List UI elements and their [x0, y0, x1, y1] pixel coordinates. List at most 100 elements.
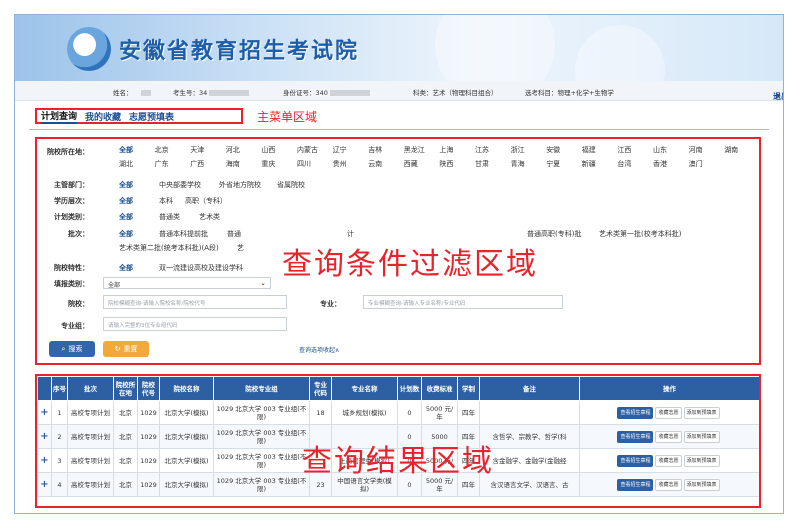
school-search-input[interactable]: 院校模糊查询-请输入院校名称/院校代号 [103, 295, 287, 309]
major-search-input[interactable]: 专业模糊查询-请输入专业名称/专业代码 [363, 295, 563, 309]
table-cell: 高校专项计划 [67, 400, 114, 425]
filter-option[interactable]: 普通 [227, 229, 241, 239]
column-header: 院校名称 [159, 376, 214, 401]
filter-option[interactable]: 重庆 [261, 159, 275, 169]
filter-option[interactable]: 青海 [511, 159, 525, 169]
favorite-button[interactable]: 收藏志愿 [655, 406, 682, 419]
table-cell: 含哲学、宗教学、哲学(科 [479, 424, 580, 449]
filter-label-major: 专业： [320, 300, 341, 308]
add-to-prefill-button[interactable]: 添加到预填表 [683, 454, 720, 467]
filter-area: 院校所在地： 全部 北京 天津 河北 山西 内蒙古 辽宁 吉林 黑龙江 上海 江苏 浙江 安徽 福建 江西 山… [35, 137, 761, 365]
add-to-prefill-button[interactable]: 添加到预填表 [683, 478, 720, 491]
filter-option[interactable]: 澳门 [689, 159, 703, 169]
filter-option[interactable]: 吉林 [368, 145, 382, 155]
filter-option[interactable]: 中央部委学校 [159, 180, 201, 190]
view-charter-button[interactable]: 查看招生章程 [617, 478, 654, 491]
filter-option[interactable]: 普通高职(专科)批 [527, 229, 581, 239]
filter-option[interactable]: 西藏 [404, 159, 418, 169]
collapse-options-link[interactable]: 查询选项收起∧ [299, 345, 339, 354]
filter-option[interactable]: 全部 [119, 212, 133, 222]
filter-option[interactable]: 全部 [119, 229, 133, 239]
filter-option[interactable]: 浙江 [511, 145, 525, 155]
filter-option[interactable]: 云南 [368, 159, 382, 169]
filter-option[interactable]: 全部 [119, 145, 133, 155]
table-cell: 1029 [137, 424, 160, 449]
row-actions: 查看招生章程 收藏志愿 添加到预填表 [579, 448, 759, 473]
filter-option[interactable]: 四川 [297, 159, 311, 169]
menu-item-plan-query[interactable]: 计划查询 [41, 109, 78, 124]
filter-option[interactable]: 高职（专科） [185, 196, 227, 206]
filter-option[interactable]: 海南 [226, 159, 240, 169]
filter-option[interactable]: 湖南 [724, 145, 738, 155]
filter-option[interactable]: 普通本科提前批 [159, 229, 208, 239]
filter-option[interactable]: 艺术类第二批(统考本科批)(A段) [119, 243, 219, 253]
filter-option[interactable]: 宁夏 [546, 159, 560, 169]
filter-option[interactable]: 上海 [439, 145, 453, 155]
filter-option[interactable]: 广西 [190, 159, 204, 169]
filter-option[interactable]: 全部 [119, 196, 133, 206]
filter-option[interactable]: 北京 [155, 145, 169, 155]
filter-option[interactable]: 双一流建设高校及建设学科 [159, 263, 243, 273]
filter-option[interactable]: 河南 [689, 145, 703, 155]
filter-option[interactable]: 黑龙江 [404, 145, 425, 155]
table-cell: 北京 [113, 472, 138, 497]
expand-row-icon[interactable]: + [37, 424, 52, 449]
filter-option[interactable]: 湖北 [119, 159, 133, 169]
add-to-prefill-button[interactable]: 添加到预填表 [683, 430, 720, 443]
results-area: 序号 批次 院校所在地 院校代号 院校名称 院校专业组 专业代码 专业名称 计划数 收费标准 学制备… [35, 374, 761, 508]
expand-row-icon[interactable]: + [37, 400, 52, 425]
filter-option[interactable]: 江西 [617, 145, 631, 155]
filter-option[interactable]: 全部 [119, 180, 133, 190]
filter-option[interactable]: 台湾 [617, 159, 631, 169]
column-header: 备注 [479, 376, 580, 401]
filter-option[interactable]: 甘肃 [475, 159, 489, 169]
favorite-button[interactable]: 收藏志愿 [655, 478, 682, 491]
reset-button[interactable]: ↻ 重置 [103, 341, 149, 357]
user-subject-type: 科类：艺术（物理科目组合） [413, 89, 498, 97]
filter-option[interactable]: 江苏 [475, 145, 489, 155]
annotation-results-area: 查询结果区域 [302, 444, 494, 479]
filter-option[interactable]: 山西 [261, 145, 275, 155]
filter-option[interactable]: 安徽 [546, 145, 560, 155]
add-to-prefill-button[interactable]: 添加到预填表 [683, 406, 720, 419]
search-button[interactable]: ⌕ 搜索 [49, 341, 95, 357]
filter-option[interactable]: 全部 [119, 263, 133, 273]
view-charter-button[interactable]: 查看招生章程 [617, 406, 654, 419]
favorite-button[interactable]: 收藏志愿 [655, 454, 682, 467]
filter-option[interactable]: 新疆 [582, 159, 596, 169]
expand-row-icon[interactable]: + [37, 472, 52, 497]
table-cell: 1029 北京大学 003 专业组(不限) [213, 424, 310, 449]
view-charter-button[interactable]: 查看招生章程 [617, 430, 654, 443]
filter-option[interactable]: 广东 [155, 159, 169, 169]
filter-option[interactable]: 省属院校 [277, 180, 305, 190]
filter-option[interactable]: 艺术类 [199, 212, 220, 222]
filter-option[interactable]: 艺 [237, 243, 244, 253]
table-cell [479, 400, 580, 425]
favorite-button[interactable]: 收藏志愿 [655, 430, 682, 443]
fill-type-select[interactable]: 全部 ⌄ [103, 277, 271, 289]
filter-option[interactable]: 内蒙古 [297, 145, 318, 155]
filter-option[interactable]: 计 [347, 229, 354, 239]
filter-label-department: 主管部门： [54, 181, 89, 189]
filter-option[interactable]: 本科 [159, 196, 173, 206]
table-cell: 含汉语言文学、汉语言、古 [479, 472, 580, 497]
filter-option[interactable]: 艺术类第一批(校考本科批) [599, 229, 681, 239]
major-group-input[interactable]: 请输入完整的3位专业组代码 [103, 317, 287, 331]
menu-item-prefill-form[interactable]: 志愿预填表 [129, 110, 174, 123]
filter-option[interactable]: 辽宁 [333, 145, 347, 155]
filter-option[interactable]: 贵州 [333, 159, 347, 169]
table-cell: 1029 北京大学 003 专业组(不限) [213, 448, 310, 473]
expand-row-icon[interactable]: + [37, 448, 52, 473]
filter-option[interactable]: 福建 [582, 145, 596, 155]
filter-option[interactable]: 外省地方院校 [219, 180, 261, 190]
column-header: 专业代码 [309, 376, 332, 401]
view-charter-button[interactable]: 查看招生章程 [617, 454, 654, 467]
filter-option[interactable]: 香港 [653, 159, 667, 169]
filter-option[interactable]: 天津 [190, 145, 204, 155]
table-row: +1 高校专项计划 北京 1029 北京大学(模拟) 1029 北京大学 003 专业组(… [37, 400, 759, 425]
filter-option[interactable]: 山东 [653, 145, 667, 155]
menu-item-my-favorites[interactable]: 我的收藏 [85, 110, 121, 123]
filter-option[interactable]: 陕西 [439, 159, 453, 169]
filter-option[interactable]: 普通类 [159, 212, 180, 222]
filter-option[interactable]: 河北 [226, 145, 240, 155]
